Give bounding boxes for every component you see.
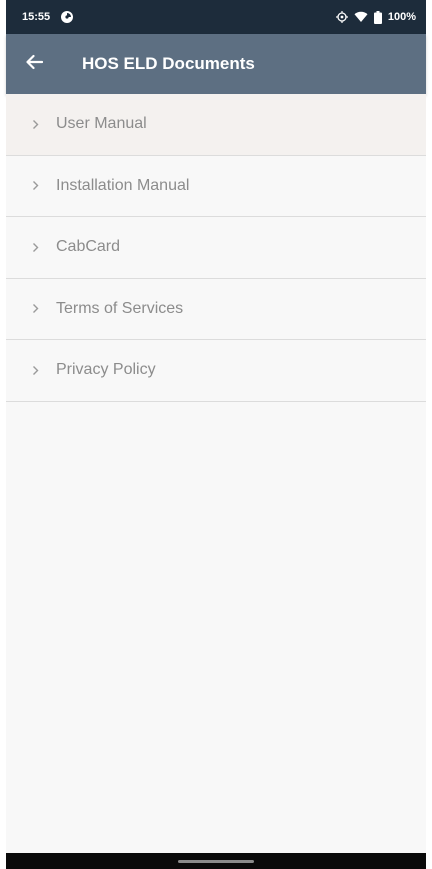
back-arrow-icon [25, 54, 44, 75]
status-bar-left: 15:55 [22, 10, 74, 24]
status-time: 15:55 [22, 11, 51, 23]
list-item-label: Installation Manual [56, 176, 190, 194]
app-bar: HOS ELD Documents [6, 34, 426, 94]
back-button[interactable] [6, 34, 62, 94]
home-gesture-handle[interactable] [178, 859, 254, 863]
app-notification-icon [60, 10, 74, 24]
list-item-label: Privacy Policy [56, 361, 156, 379]
list-item-cabcard[interactable]: CabCard [6, 217, 426, 279]
app-frame: 15:55 100% HOS ELD Documents User Manual… [6, 0, 426, 869]
page-title: HOS ELD Documents [82, 54, 255, 73]
list-item-label: Terms of Services [56, 299, 184, 317]
list-item-user-manual[interactable]: User Manual [6, 94, 426, 156]
chevron-right-icon [28, 365, 42, 376]
list-item-terms-of-services[interactable]: Terms of Services [6, 278, 426, 340]
phone-screen: 15:55 100% HOS ELD Documents User Manual… [0, 0, 432, 869]
chevron-right-icon [28, 303, 42, 314]
status-bar: 15:55 100% [6, 0, 426, 34]
list-item-privacy-policy[interactable]: Privacy Policy [6, 340, 426, 402]
battery-icon [373, 10, 382, 24]
wifi-icon [354, 11, 368, 23]
status-bar-right: 100% [335, 10, 416, 24]
chevron-right-icon [28, 119, 42, 130]
list-item-label: CabCard [56, 238, 121, 256]
chevron-right-icon [28, 180, 42, 191]
list-item-label: User Manual [56, 115, 147, 133]
battery-percent: 100% [387, 11, 416, 23]
list-item-installation-manual[interactable]: Installation Manual [6, 155, 426, 217]
chevron-right-icon [28, 242, 42, 253]
documents-list: User Manual Installation Manual CabCard … [6, 94, 426, 402]
system-navigation-bar [6, 853, 426, 869]
location-icon [335, 11, 348, 23]
